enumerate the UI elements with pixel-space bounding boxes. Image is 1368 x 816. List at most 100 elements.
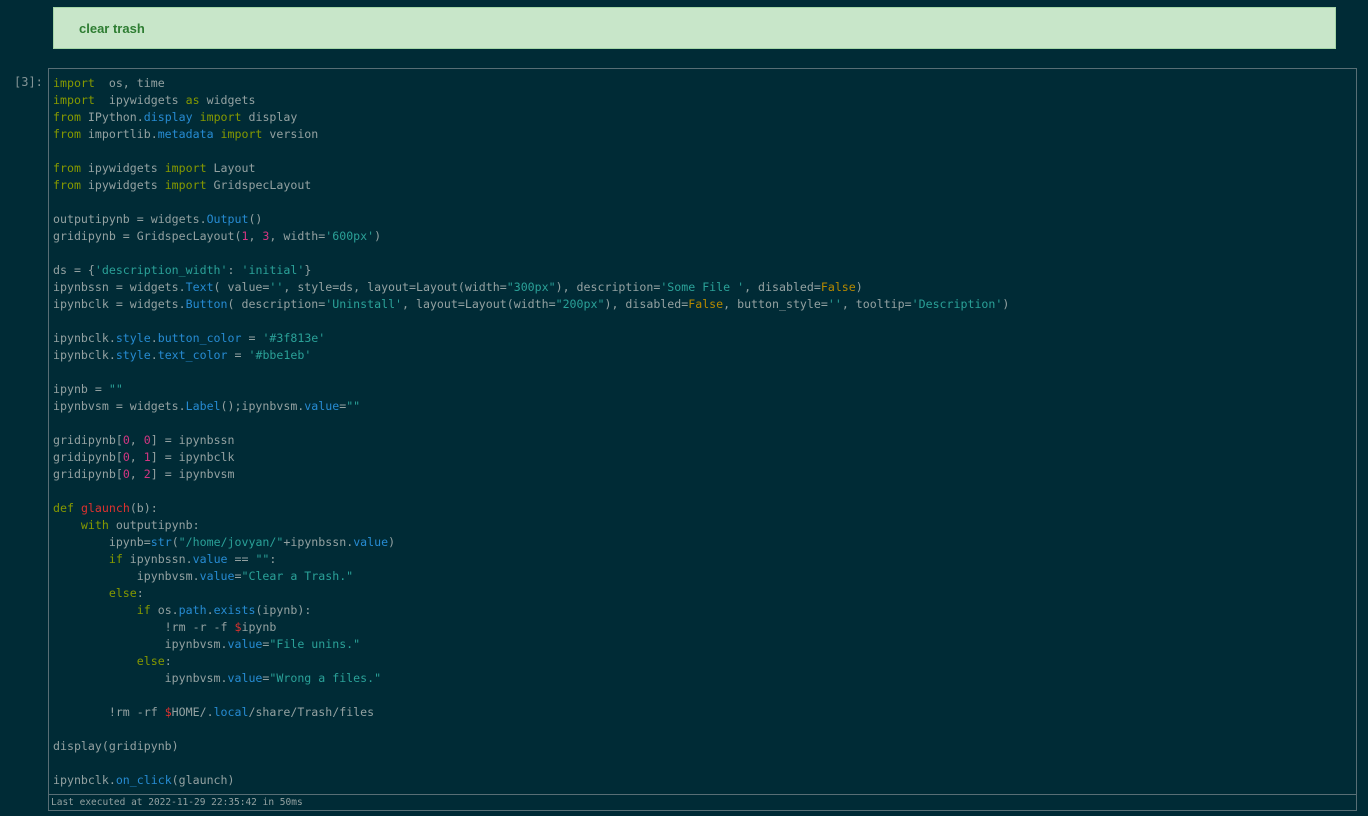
code-token: ) xyxy=(374,229,382,243)
cell-prompt: [3]: xyxy=(14,75,43,89)
code-token: ), description= xyxy=(555,280,661,294)
code-token: ] = ipynbvsm xyxy=(150,467,235,481)
code-token: value xyxy=(304,399,340,413)
code-token: os. xyxy=(150,603,179,617)
code-token: 'initial' xyxy=(241,263,305,277)
code-token: outputipynb: xyxy=(108,518,200,532)
code-line: from ipywidgets import Layout xyxy=(53,160,1356,177)
code-token: import xyxy=(199,110,242,124)
code-token: importlib. xyxy=(80,127,158,141)
code-token: os, time xyxy=(94,76,165,90)
code-line: gridipynb = GridspecLayout(1, 3, width='… xyxy=(53,228,1356,245)
code-token: ipynbclk. xyxy=(53,773,116,787)
code-token: ipynbclk = widgets. xyxy=(53,297,186,311)
code-token: 0 xyxy=(122,433,130,447)
code-token: ] = ipynbclk xyxy=(150,450,235,464)
code-line: ipynb = "" xyxy=(53,381,1356,398)
code-token: , layout=Layout(width= xyxy=(402,297,556,311)
code-token: on_click xyxy=(115,773,172,787)
code-line: ipynbvsm.value="Clear a Trash." xyxy=(53,568,1356,585)
code-token: "Clear a Trash." xyxy=(241,569,354,583)
code-line: import os, time xyxy=(53,75,1356,92)
code-token: path xyxy=(178,603,207,617)
code-token: import xyxy=(53,93,95,107)
code-line: ipynbclk.on_click(glaunch) xyxy=(53,772,1356,789)
code-token: from xyxy=(53,110,81,124)
code-token: "/home/jovyan/" xyxy=(178,535,284,549)
code-token: str xyxy=(150,535,172,549)
code-token: ipywidgets xyxy=(94,93,186,107)
code-token: 'description_width' xyxy=(94,263,228,277)
code-token: "200px" xyxy=(555,297,605,311)
code-token: 'Some File ' xyxy=(660,280,745,294)
code-token: ipynbvsm. xyxy=(53,569,200,583)
code-token: ( value= xyxy=(213,280,270,294)
code-line: display(gridipynb) xyxy=(53,738,1356,755)
code-line: from IPython.display import display xyxy=(53,109,1356,126)
code-line: ipynbvsm = widgets.Label();ipynbvsm.valu… xyxy=(53,398,1356,415)
code-token: version xyxy=(262,127,319,141)
code-line: ipynb=str("/home/jovyan/"+ipynbssn.value… xyxy=(53,534,1356,551)
code-line: ipynbclk.style.text_color = '#bbe1eb' xyxy=(53,347,1356,364)
code-line: else: xyxy=(53,585,1356,602)
code-token: glaunch xyxy=(80,501,130,515)
code-token: "" xyxy=(108,382,123,396)
code-line: ipynbssn = widgets.Text( value='', style… xyxy=(53,279,1356,296)
markdown-cell[interactable]: clear trash xyxy=(53,7,1336,49)
code-token: from xyxy=(53,178,81,192)
code-token: ipywidgets xyxy=(80,178,165,192)
code-token: , xyxy=(129,433,144,447)
code-token: import xyxy=(53,76,95,90)
code-token: 'Description' xyxy=(911,297,1003,311)
code-line: from importlib.metadata import version xyxy=(53,126,1356,143)
code-token: ipynbvsm = widgets. xyxy=(53,399,186,413)
code-line: outputipynb = widgets.Output() xyxy=(53,211,1356,228)
code-line: import ipywidgets as widgets xyxy=(53,92,1356,109)
code-token: ( xyxy=(171,535,179,549)
code-token: ) xyxy=(855,280,863,294)
code-line: ipynbclk = widgets.Button( description='… xyxy=(53,296,1356,313)
code-token: (b): xyxy=(129,501,158,515)
code-token: ) xyxy=(388,535,396,549)
code-token: def xyxy=(53,501,74,515)
code-token: ipynb= xyxy=(53,535,151,549)
code-token: : xyxy=(269,552,277,566)
code-token: Text xyxy=(185,280,214,294)
code-token: ), disabled= xyxy=(604,297,689,311)
code-token: = xyxy=(241,331,263,345)
code-token: IPython. xyxy=(80,110,144,124)
code-token: (ipynb): xyxy=(255,603,312,617)
code-token: button_color xyxy=(157,331,242,345)
code-token: 0 xyxy=(122,450,130,464)
code-token: else xyxy=(136,654,165,668)
code-token: , tooltip= xyxy=(841,297,912,311)
code-token: . xyxy=(206,603,214,617)
code-token: with xyxy=(80,518,109,532)
execution-footer: Last executed at 2022-11-29 22:35:42 in … xyxy=(49,794,1356,810)
code-token: import xyxy=(164,161,207,175)
code-token: 0 xyxy=(122,467,130,481)
code-token: False xyxy=(820,280,856,294)
code-token: , xyxy=(129,467,144,481)
code-token: outputipynb = widgets. xyxy=(53,212,207,226)
code-token: $ xyxy=(164,705,172,719)
code-token: ipynbssn = widgets. xyxy=(53,280,186,294)
code-token: (glaunch) xyxy=(171,773,235,787)
code-token: value xyxy=(227,671,263,685)
code-token: , disabled= xyxy=(744,280,821,294)
code-editor[interactable]: import os, time import ipywidgets as widg… xyxy=(53,75,1356,789)
code-token: ds = { xyxy=(53,263,95,277)
code-token: . xyxy=(150,331,158,345)
code-line: else: xyxy=(53,653,1356,670)
code-cell[interactable]: import os, time import ipywidgets as widg… xyxy=(48,68,1357,811)
code-token: , xyxy=(129,450,144,464)
code-token: '#bbe1eb' xyxy=(248,348,312,362)
code-token: ipynbclk. xyxy=(53,348,116,362)
